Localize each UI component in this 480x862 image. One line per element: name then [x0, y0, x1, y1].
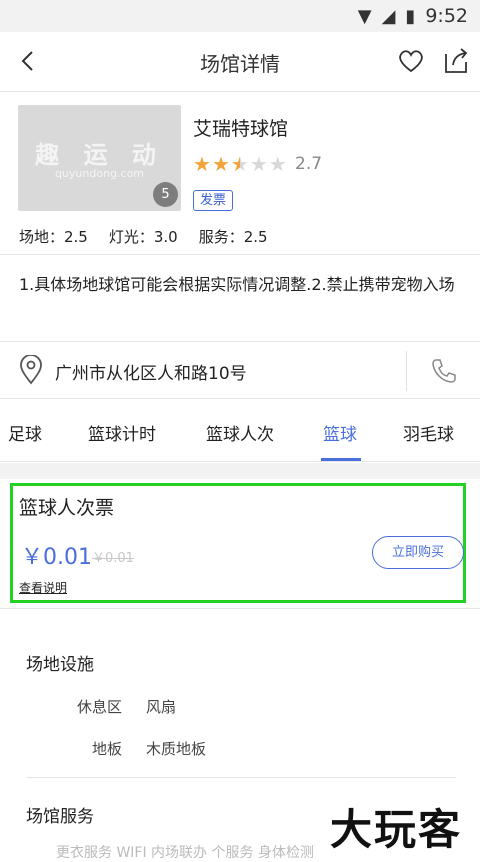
divider: [26, 777, 456, 778]
field-score: 场地：2.5: [19, 228, 88, 246]
facility-label: 休息区: [76, 698, 122, 716]
facility-value: 木质地板: [146, 740, 207, 758]
ticket-price: ￥0.01: [21, 545, 92, 570]
venue-summary: 趣 运 动 quyundong.com 艾瑞特球馆 ★ ★ ★ ★ ★ 2.7 …: [0, 93, 480, 255]
section-gap: [0, 610, 480, 620]
ticket-name: 篮球人次票: [19, 497, 115, 519]
tab-basketball[interactable]: 篮球: [323, 420, 357, 445]
venue-scores: 场地：2.5 灯光：3.0 服务：2.5: [19, 226, 268, 247]
tab-badminton[interactable]: 羽毛球: [403, 420, 454, 445]
status-bar: ▼ ◢ ▮ 9:52: [0, 0, 480, 32]
rating-value: 2.7: [295, 154, 323, 174]
venue-name: 艾瑞特球馆: [193, 118, 289, 140]
wifi-icon: ▼: [357, 5, 372, 27]
battery-icon: ▮: [405, 5, 416, 27]
invoice-badge: 发票: [193, 190, 234, 211]
facilities-heading: 场地设施: [26, 655, 94, 675]
services-heading: 场馆服务: [26, 807, 94, 827]
phone-icon[interactable]: [430, 357, 458, 385]
tab-basketball-timed[interactable]: 篮球计时: [88, 420, 156, 445]
section-gap: [0, 463, 480, 479]
rating-stars: ★ ★ ★ ★ ★: [193, 153, 287, 175]
facility-value: 风扇: [146, 698, 177, 716]
tab-basketball-per-person[interactable]: 篮球人次: [206, 420, 274, 445]
ticket-original-price: ￥0.01: [92, 551, 134, 566]
services-list-cut: 更衣服务 WIFI 内场联办 个服务 身体检测: [56, 845, 314, 861]
buy-now-button[interactable]: 立即购买: [372, 536, 464, 569]
tab-football[interactable]: 足球: [8, 420, 42, 445]
ticket-card: 篮球人次票 ￥0.01 ￥0.01 立即购买 查看说明: [0, 479, 480, 609]
location-pin-icon: [20, 355, 42, 385]
star-full-icon: ★: [211, 152, 230, 176]
star-full-icon: ★: [193, 152, 211, 176]
photo-count-badge[interactable]: 5: [153, 182, 178, 207]
status-time: 9:52: [425, 5, 468, 27]
view-description-link[interactable]: 查看说明: [19, 579, 67, 596]
thumbnail-logo-subtext: quyundong.com: [54, 167, 145, 180]
address-row[interactable]: 广州市从化区人和路10号: [0, 343, 480, 399]
share-icon[interactable]: [442, 46, 470, 76]
thumbnail-logo-text: 趣 运 动: [35, 141, 164, 169]
service-score: 服务：2.5: [198, 228, 268, 246]
facility-label: 地板: [91, 740, 122, 758]
signal-icon: ◢: [381, 5, 396, 27]
watermark: 大玩客: [330, 805, 463, 854]
venue-notice: 1.具体场地球馆可能会根据实际情况调整.2.禁止携带宠物入场: [0, 256, 480, 342]
star-half-icon: ★: [230, 152, 249, 176]
divider: [406, 351, 407, 391]
active-tab-indicator: [321, 458, 361, 461]
top-navigation-bar: 场馆详情: [0, 32, 480, 92]
lighting-score: 灯光：3.0: [108, 228, 178, 246]
star-empty-icon: ★: [268, 152, 287, 176]
address-text: 广州市从化区人和路10号: [55, 364, 247, 384]
star-empty-icon: ★: [249, 152, 268, 176]
sport-tabs: 足球 篮球计时 篮球人次 篮球 羽毛球: [0, 400, 480, 462]
facilities-section: 场地设施 休息区 风扇 地板 木质地板: [0, 620, 480, 780]
notice-text: 1.具体场地球馆可能会根据实际情况调整.2.禁止携带宠物入场: [19, 275, 455, 294]
heart-icon[interactable]: [396, 46, 426, 76]
